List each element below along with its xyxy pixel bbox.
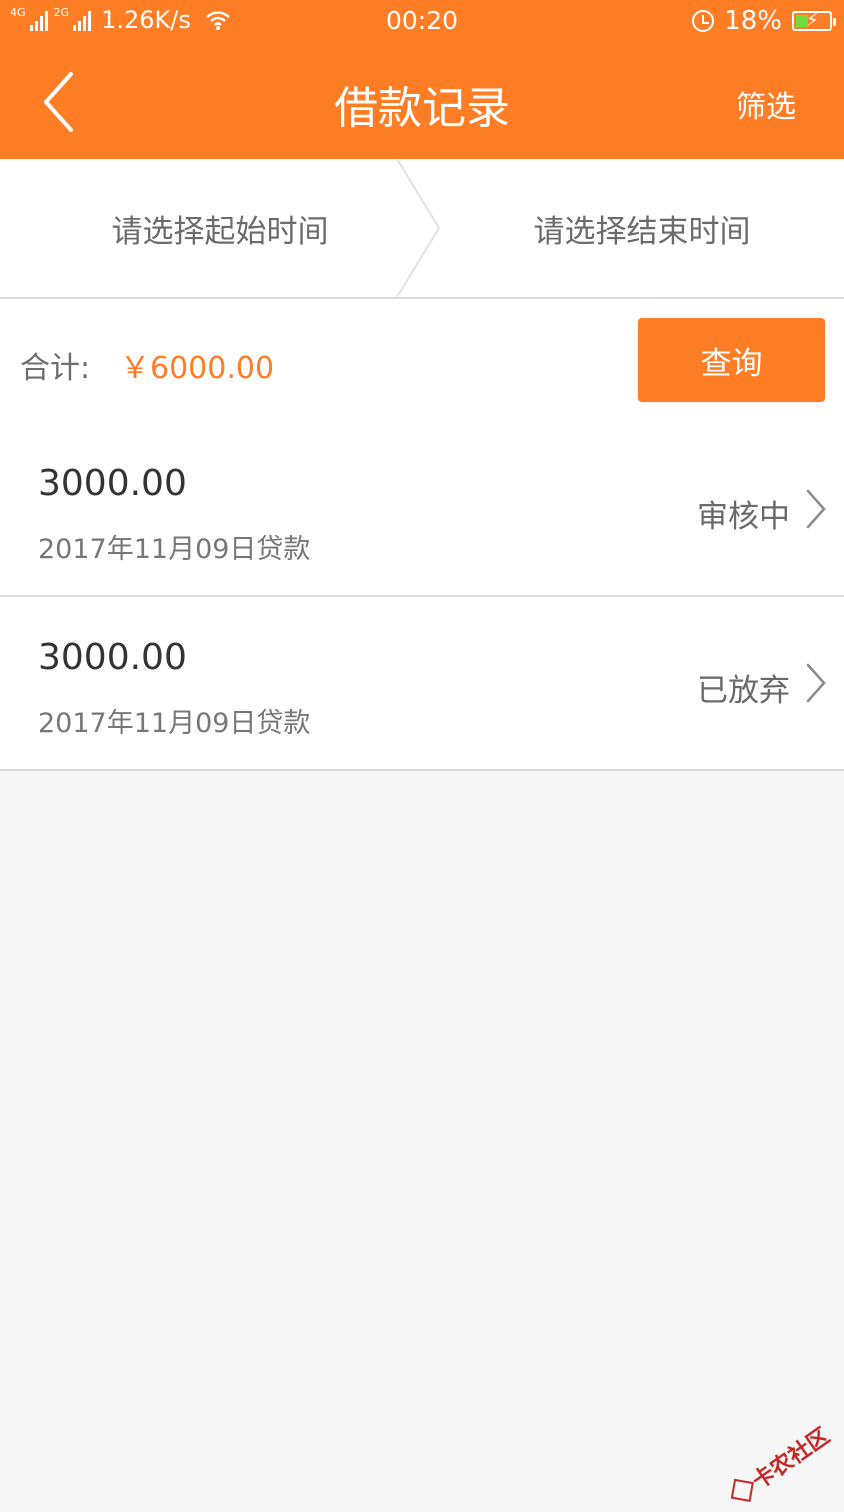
- app-header: 4G 2G 1.26K/s 00:20 18% ⚡ 借款记录 筛选: [0, 0, 844, 159]
- loan-amount: 3000.00: [38, 637, 187, 678]
- loan-date: 2017年11月09日贷款: [38, 534, 311, 565]
- date-range-selector: 请选择起始时间 请选择结束时间: [0, 159, 844, 299]
- loan-status: 审核中: [697, 499, 790, 535]
- total-label: 合计:: [20, 351, 91, 386]
- navigation-bar: 借款记录 筛选: [0, 46, 844, 159]
- battery-icon: ⚡: [792, 10, 836, 31]
- summary-bar: 合计: ￥6000.00 查询: [0, 299, 844, 423]
- loan-record-list: 3000.00 2017年11月09日贷款 审核中 3000.00 2017年1…: [0, 423, 844, 771]
- watermark-logo: 卡农社区: [725, 1419, 835, 1509]
- chevron-right-icon: [806, 489, 826, 529]
- status-right: 18% ⚡: [692, 6, 836, 36]
- query-button[interactable]: 查询: [638, 318, 825, 402]
- battery-percent: 18%: [724, 6, 782, 36]
- alarm-icon: [692, 10, 715, 32]
- start-date-picker[interactable]: 请选择起始时间: [0, 159, 440, 297]
- list-item[interactable]: 3000.00 2017年11月09日贷款 已放弃: [0, 597, 844, 771]
- loan-amount: 3000.00: [38, 463, 187, 504]
- chevron-right-icon: [806, 663, 826, 703]
- watermark-text: 卡农社区: [748, 1423, 835, 1495]
- status-bar: 4G 2G 1.26K/s 00:20 18% ⚡: [0, 0, 844, 46]
- loan-date: 2017年11月09日贷款: [38, 708, 311, 739]
- filter-button[interactable]: 筛选: [736, 82, 796, 126]
- page-title: 借款记录: [334, 83, 510, 134]
- loan-status: 已放弃: [697, 673, 790, 709]
- end-date-picker[interactable]: 请选择结束时间: [420, 159, 844, 297]
- watermark-icon: [730, 1478, 754, 1502]
- list-item[interactable]: 3000.00 2017年11月09日贷款 审核中: [0, 423, 844, 597]
- total-value: ￥6000.00: [120, 351, 275, 386]
